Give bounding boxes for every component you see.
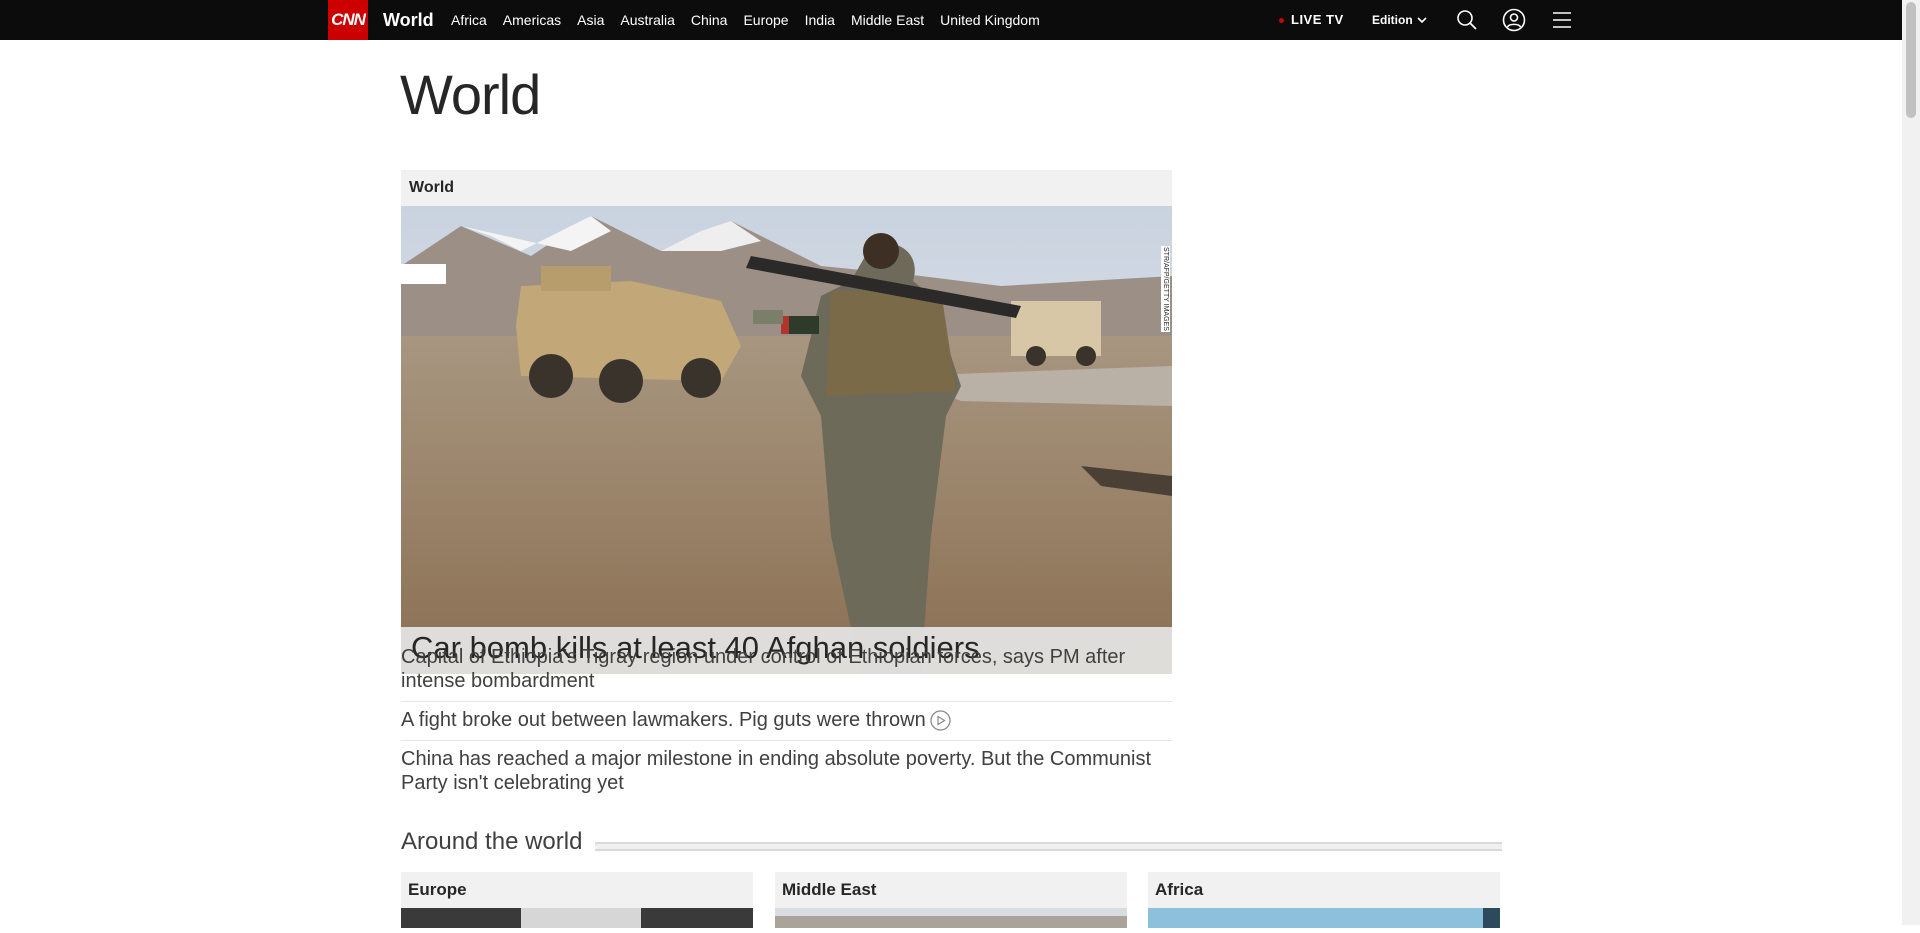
region-card-label[interactable]: Middle East — [775, 872, 1127, 908]
edition-dropdown[interactable]: Edition — [1372, 0, 1427, 40]
lead-photo — [401, 206, 1172, 674]
region-card-middle-east[interactable]: Middle East — [775, 872, 1127, 933]
section-divider — [595, 842, 1502, 851]
live-dot-icon — [1279, 18, 1284, 24]
page-scrollbar[interactable] — [1902, 0, 1920, 925]
nav-link-australia[interactable]: Australia — [620, 12, 674, 28]
lead-story-card: World STR/AFP/GETTY IMAGES Car bomb kill… — [401, 170, 1172, 674]
live-tv-label: LIVE TV — [1291, 12, 1344, 27]
story-headline[interactable]: A fight broke out between lawmakers. Pig… — [401, 709, 926, 731]
region-card-label[interactable]: Africa — [1148, 872, 1500, 908]
around-the-world-heading: Around the world — [401, 828, 1502, 858]
edition-label: Edition — [1372, 13, 1413, 27]
scrollbar-thumb[interactable] — [1906, 2, 1916, 118]
region-card-label[interactable]: Europe — [401, 872, 753, 908]
story-link[interactable]: Capital of Ethiopia's Tigray region unde… — [401, 639, 1172, 702]
search-icon[interactable] — [1455, 8, 1479, 32]
nav-section-title[interactable]: World — [383, 0, 434, 40]
top-nav: CNN World Africa Americas Asia Australia… — [0, 0, 1902, 40]
nav-link-india[interactable]: India — [805, 12, 835, 28]
lead-story-image-link[interactable]: STR/AFP/GETTY IMAGES Car bomb kills at l… — [401, 206, 1172, 674]
region-card-image — [775, 908, 1127, 928]
nav-link-africa[interactable]: Africa — [451, 12, 487, 28]
story-headline[interactable]: China has reached a major milestone in e… — [401, 748, 1151, 794]
live-tv-link[interactable]: LIVE TV — [1279, 0, 1344, 40]
story-list: Capital of Ethiopia's Tigray region unde… — [401, 639, 1172, 803]
nav-link-asia[interactable]: Asia — [577, 12, 604, 28]
story-link[interactable]: A fight broke out between lawmakers. Pig… — [401, 702, 1172, 741]
region-card-image — [1148, 908, 1500, 928]
nav-link-europe[interactable]: Europe — [743, 12, 788, 28]
region-card-africa[interactable]: Africa — [1148, 872, 1500, 933]
region-card-europe[interactable]: Europe — [401, 872, 753, 933]
nav-link-united-kingdom[interactable]: United Kingdom — [940, 12, 1040, 28]
cnn-logo[interactable]: CNN — [328, 0, 368, 40]
nav-link-china[interactable]: China — [691, 12, 728, 28]
video-play-icon — [930, 710, 951, 731]
lead-section-label[interactable]: World — [401, 170, 1172, 206]
nav-link-americas[interactable]: Americas — [503, 12, 561, 28]
section-title: Around the world — [401, 828, 589, 855]
menu-icon[interactable] — [1550, 8, 1574, 32]
photo-credit: STR/AFP/GETTY IMAGES — [1161, 246, 1170, 332]
region-card-image — [401, 908, 753, 928]
account-icon[interactable] — [1502, 8, 1526, 32]
nav-link-middle-east[interactable]: Middle East — [851, 12, 924, 28]
chevron-down-icon — [1417, 17, 1427, 24]
story-headline[interactable]: Capital of Ethiopia's Tigray region unde… — [401, 646, 1125, 692]
story-link[interactable]: China has reached a major milestone in e… — [401, 741, 1172, 803]
nav-links: Africa Americas Asia Australia China Eur… — [451, 0, 1056, 40]
page-title: World — [400, 63, 541, 126]
